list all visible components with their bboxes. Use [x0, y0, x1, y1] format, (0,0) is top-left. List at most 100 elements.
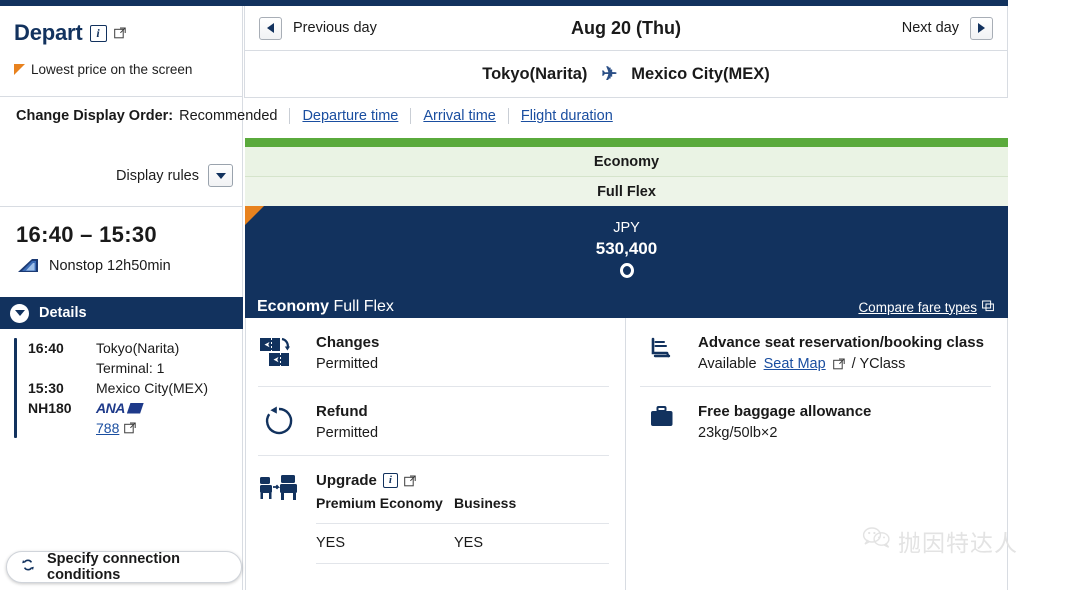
external-link-icon[interactable]: [124, 422, 137, 434]
depart-title-row: Depart i: [14, 20, 242, 46]
fare-currency: JPY: [613, 220, 640, 236]
segment-row: Terminal: 1: [28, 358, 208, 378]
fare-card: Economy Full Flex JPY 530,400 Economy Fu…: [245, 138, 1008, 323]
compare-fare-types-label: Compare fare types: [858, 299, 977, 315]
display-rules-control[interactable]: Display rules: [0, 164, 243, 187]
flight-segment-block: 16:40 Tokyo(Narita) Terminal: 1 15:30 Me…: [14, 338, 208, 438]
flight-times: 16:40 – 15:30: [16, 222, 157, 247]
baggage-title: Free baggage allowance: [698, 403, 872, 420]
refund-row: Refund Permitted: [258, 387, 609, 456]
specify-connection-conditions-button[interactable]: Specify connection conditions: [6, 551, 242, 583]
route-bar: Tokyo(Narita) ✈ Mexico City(MEX): [244, 51, 1008, 98]
fare-card-accent-bar: [245, 138, 1008, 147]
popup-window-icon: [982, 300, 994, 315]
sort-flight-duration-link[interactable]: Flight duration: [521, 108, 613, 124]
display-rules-label: Display rules: [116, 167, 199, 184]
segment-row: 788: [28, 418, 208, 438]
route-destination: Mexico City(MEX): [631, 64, 770, 83]
seat-reservation-row: Advance seat reservation/booking class A…: [640, 318, 991, 387]
segment-departure-airport: Tokyo(Narita): [96, 340, 180, 356]
divider: [0, 96, 243, 97]
ana-logo-text: ANA: [96, 400, 125, 416]
airplane-icon: ✈: [601, 63, 618, 85]
specify-connection-conditions-label: Specify connection conditions: [47, 551, 180, 583]
changes-row: Changes Permitted: [258, 318, 609, 387]
upgrade-column-premium-economy: Premium Economy: [316, 495, 443, 511]
next-day-label: Next day: [901, 20, 959, 36]
chevron-down-icon: [215, 172, 226, 179]
left-sidebar: Depart i Lowest price on the screen Disp…: [0, 6, 243, 590]
lowest-price-corner-icon: [245, 206, 264, 225]
lowest-price-label: Lowest price on the screen: [31, 62, 193, 77]
page-title: Depart: [14, 20, 83, 45]
stops-duration-label: Nonstop 12h50min: [49, 258, 171, 274]
suitcase-icon: [640, 403, 684, 441]
baggage-row: Free baggage allowance 23kg/50lb×2: [640, 387, 991, 455]
lowest-price-flag-icon: [14, 64, 25, 75]
upgrade-value-business: YES: [454, 535, 484, 551]
fare-footer-cabin: Economy: [257, 298, 330, 315]
info-icon[interactable]: i: [382, 473, 398, 488]
ana-stripe-icon: [126, 402, 144, 414]
upgrade-columns-header: Premium Economy Business: [316, 494, 609, 513]
chevron-down-circle-icon: [10, 303, 29, 323]
divider: [410, 108, 412, 124]
lowest-price-note: Lowest price on the screen: [14, 62, 242, 77]
display-order-bar: Change Display Order: Recommended Depart…: [16, 108, 613, 124]
segment-timeline: [14, 338, 17, 438]
divider: [507, 108, 509, 124]
seat-icon: [640, 334, 684, 372]
seat-map-link[interactable]: Seat Map: [764, 356, 826, 372]
next-day-button[interactable]: [970, 16, 993, 40]
seat-availability: Available: [698, 356, 757, 372]
fare-type-header: Full Flex: [245, 177, 1008, 206]
next-day-control[interactable]: Next day: [901, 16, 993, 40]
display-order-current: Recommended: [179, 108, 278, 124]
changes-value: Permitted: [316, 356, 379, 372]
baggage-value: 23kg/50lb×2: [698, 425, 778, 441]
flight-number: NH180: [28, 400, 72, 416]
stops-duration-row: Nonstop 12h50min: [16, 258, 171, 274]
sort-arrival-time-link[interactable]: Arrival time: [423, 108, 496, 124]
details-toggle[interactable]: Details: [0, 297, 243, 329]
refund-value: Permitted: [316, 425, 379, 441]
booking-class: / YClass: [851, 356, 906, 372]
fare-cabin-header: Economy: [245, 147, 1008, 177]
divider: [316, 563, 609, 564]
upgrade-value-premium-economy: YES: [316, 535, 346, 551]
compare-fare-types-link[interactable]: Compare fare types: [858, 300, 994, 315]
info-icon[interactable]: i: [89, 24, 107, 42]
external-link-icon[interactable]: [113, 27, 126, 39]
upgrade-row: Upgrade i Premium Economy Business YES Y…: [258, 456, 609, 578]
seat-upgrade-icon: [258, 472, 302, 564]
airline-tail-icon: [16, 258, 40, 274]
wechat-logo-icon: [862, 526, 892, 556]
aircraft-link[interactable]: 788: [96, 418, 119, 438]
fare-rules-column: Changes Permitted Refund Permitted Upgra…: [246, 318, 626, 590]
depart-header: Depart i Lowest price on the screen: [0, 6, 242, 77]
segment-row: 16:40 Tokyo(Narita): [28, 338, 208, 358]
sort-departure-time-link[interactable]: Departure time: [302, 108, 398, 124]
divider: [0, 206, 243, 207]
flight-search-results-page: Depart i Lowest price on the screen Disp…: [0, 0, 1080, 590]
seat-reservation-value: Available Seat Map / YClass: [698, 356, 991, 372]
day-navigation-bar: Previous day Aug 20 (Thu) Next day: [244, 6, 1008, 51]
ticket-change-icon: [258, 334, 302, 372]
display-rules-dropdown-button[interactable]: [208, 164, 233, 187]
segment-terminal: Terminal: 1: [96, 360, 165, 376]
fare-amount: 530,400: [595, 239, 658, 258]
external-link-icon[interactable]: [404, 475, 416, 487]
fare-footer-type: Full Flex: [333, 298, 394, 315]
refund-arrow-icon: [258, 403, 302, 441]
fare-price-cell[interactable]: JPY 530,400: [245, 206, 1008, 291]
display-order-label: Change Display Order:: [16, 108, 174, 124]
segment-row: NH180 ANA: [28, 398, 208, 418]
chevron-right-icon: [978, 23, 985, 33]
upgrade-column-business: Business: [454, 495, 517, 511]
external-link-icon[interactable]: [832, 358, 845, 370]
fare-footer-text: Economy Full Flex: [257, 298, 394, 316]
upgrade-values-row: YES YES: [316, 524, 609, 551]
refresh-cycle-icon: [20, 557, 36, 577]
divider: [289, 108, 291, 124]
